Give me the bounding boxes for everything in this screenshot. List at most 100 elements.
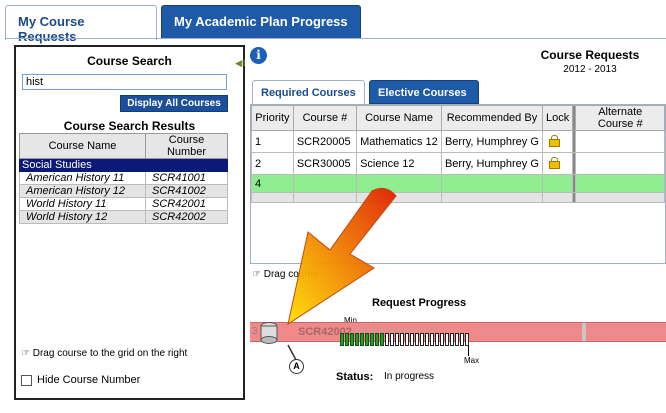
- max-label: Max: [464, 356, 480, 365]
- course-name-cell: American History 12: [19, 184, 146, 198]
- column-header-course-number[interactable]: Course #: [292, 105, 358, 131]
- request-table: Priority Course # Course Name Recommende…: [251, 105, 665, 203]
- status-label: Status:: [336, 371, 374, 383]
- column-header-alternate-course[interactable]: Alternate Course #: [575, 105, 665, 131]
- progress-cell-empty: [465, 333, 469, 346]
- status-value: In progress: [384, 371, 435, 382]
- empty-cell: [440, 174, 543, 193]
- column-header-course-number[interactable]: Course Number: [145, 133, 228, 159]
- band-separator: [582, 323, 586, 341]
- progress-cell-empty: [435, 333, 439, 346]
- empty-cell: [356, 192, 442, 203]
- progress-cell-empty: [460, 333, 464, 346]
- empty-cell: [575, 192, 665, 203]
- course-number-cell: SCR41001: [145, 171, 228, 185]
- course-requests-title: Course Requests: [540, 48, 640, 62]
- drag-hint-text: Drag course: [263, 269, 319, 280]
- course-name-cell: World History 11: [19, 197, 146, 211]
- progress-cell-empty: [390, 333, 394, 346]
- column-header-priority[interactable]: Priority: [251, 105, 294, 131]
- results-group-row[interactable]: Social Studies: [19, 158, 228, 172]
- progress-cell-empty: [405, 333, 409, 346]
- search-results-title: Course Search Results: [63, 119, 196, 133]
- drag-hint-text: Drag course to the grid on the right: [32, 348, 188, 359]
- recommended-by-cell: Berry, Humphrey G: [440, 152, 543, 175]
- progress-cell-empty: [430, 333, 434, 346]
- tab-required-courses[interactable]: Required Courses: [252, 80, 365, 105]
- progress-cell-empty: [420, 333, 424, 346]
- progress-cell-empty: [385, 333, 389, 346]
- request-progress-title: Request Progress: [372, 297, 467, 309]
- table-row[interactable]: World History 11 SCR42001: [19, 197, 228, 211]
- school-year: 2012 - 2013: [563, 64, 617, 75]
- drag-hint: ☞ Drag course to the grid on the right: [21, 348, 187, 359]
- table-row[interactable]: 1 SCR20005 Mathematics 12 Berry, Humphre…: [251, 130, 665, 153]
- tab-elective-courses[interactable]: Elective Courses: [369, 80, 479, 104]
- table-row[interactable]: American History 11 SCR41001: [19, 171, 228, 185]
- empty-cell: [575, 174, 665, 193]
- empty-cell: [251, 192, 294, 203]
- course-request-grid: Priority Course # Course Name Recommende…: [250, 104, 666, 264]
- priority-cell: 2: [251, 152, 294, 175]
- course-search-input[interactable]: [22, 74, 227, 90]
- progress-cell-empty: [445, 333, 449, 346]
- empty-cell: [292, 174, 358, 193]
- tab-my-course-requests[interactable]: My Course Requests: [5, 5, 157, 44]
- lock-cell[interactable]: [541, 152, 574, 175]
- request-progress-bar: [340, 333, 470, 346]
- lock-cell[interactable]: [541, 130, 574, 153]
- table-row[interactable]: World History 12 SCR42002: [19, 210, 228, 224]
- progress-cell-empty: [395, 333, 399, 346]
- progress-cell-empty: [440, 333, 444, 346]
- progress-cell-empty: [425, 333, 429, 346]
- tab-my-academic-plan-progress[interactable]: My Academic Plan Progress: [161, 5, 361, 39]
- alternate-course-cell[interactable]: [575, 130, 665, 153]
- progress-cell-filled: [375, 333, 379, 346]
- hide-course-number-checkbox[interactable]: [21, 374, 32, 386]
- drag-course-icon: [260, 322, 278, 344]
- progress-cell-filled: [380, 333, 384, 346]
- app-root: My Course Requests My Academic Plan Prog…: [0, 0, 666, 413]
- table-row[interactable]: American History 12 SCR41002: [19, 184, 228, 198]
- hide-course-number-label: Hide Course Number: [37, 374, 141, 386]
- progress-cell-filled: [345, 333, 349, 346]
- table-row[interactable]: 2 SCR30005 Science 12 Berry, Humphrey G: [251, 152, 665, 175]
- group-label: Social Studies: [19, 158, 228, 172]
- course-name-cell: American History 11: [19, 171, 146, 185]
- column-header-course-name[interactable]: Course Name: [356, 105, 442, 131]
- course-name-cell: Science 12: [356, 152, 442, 175]
- course-number-cell: SCR20005: [292, 130, 358, 153]
- course-number-cell: SCR42002: [145, 210, 228, 224]
- band-priority: 3: [252, 326, 258, 337]
- progress-cell-filled: [370, 333, 374, 346]
- lock-icon[interactable]: [548, 157, 560, 169]
- blank-row: [251, 192, 665, 203]
- column-header-recommended-by[interactable]: Recommended By: [440, 105, 543, 131]
- hide-course-number-option[interactable]: Hide Course Number: [21, 374, 140, 386]
- info-icon[interactable]: i: [250, 47, 267, 64]
- progress-cell-filled: [355, 333, 359, 346]
- empty-cell: [440, 192, 543, 203]
- lock-icon[interactable]: [548, 135, 560, 147]
- recommended-by-cell: Berry, Humphrey G: [440, 130, 543, 153]
- column-header-lock[interactable]: Lock: [541, 105, 574, 131]
- course-name-cell: World History 12: [19, 210, 146, 224]
- empty-cell: [292, 192, 358, 203]
- course-search-title: Course Search: [87, 54, 172, 68]
- drag-icon: ☞: [21, 348, 33, 359]
- progress-cell-empty: [415, 333, 419, 346]
- empty-cell: [541, 192, 574, 203]
- progress-cell-empty: [450, 333, 454, 346]
- progress-cell-empty: [410, 333, 414, 346]
- alternate-course-cell[interactable]: [575, 152, 665, 175]
- drop-target-row[interactable]: 4: [251, 174, 665, 193]
- display-all-courses-button[interactable]: Display All Courses: [120, 95, 228, 112]
- callout-marker: A: [289, 359, 304, 374]
- progress-cell-filled: [365, 333, 369, 346]
- max-marker: [468, 346, 469, 356]
- column-header-course-name[interactable]: Course Name: [19, 133, 146, 159]
- tab-divider: [5, 38, 666, 39]
- empty-cell: [541, 174, 574, 193]
- drag-hint: ☞ Drag course: [252, 269, 318, 280]
- progress-cell-filled: [350, 333, 354, 346]
